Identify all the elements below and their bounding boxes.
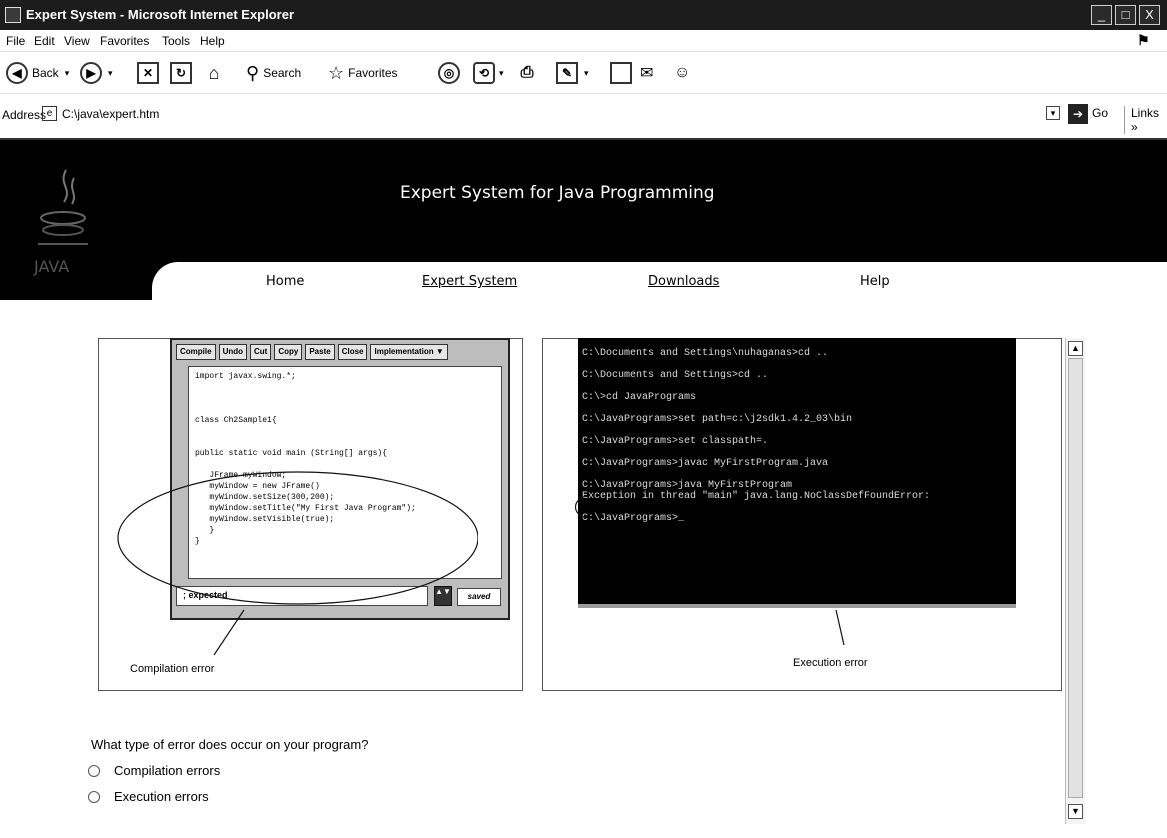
chevron-down-icon: ▾ (108, 67, 113, 78)
favorites-label: Favorites (348, 66, 398, 80)
nav-help[interactable]: Help (860, 274, 890, 289)
forward-button[interactable]: ▶ ▾ (80, 60, 113, 86)
minimize-button[interactable]: _ (1091, 5, 1112, 25)
ide-undo-button: Undo (218, 344, 247, 360)
radio-button[interactable] (88, 790, 100, 803)
address-value: C:\java\expert.htm (62, 107, 160, 121)
messenger-button[interactable]: ✉ (640, 60, 653, 86)
menu-edit[interactable]: Edit (34, 34, 55, 48)
console-line: C:\JavaPrograms>set classpath=. (582, 436, 769, 447)
ie-window-icon (5, 7, 21, 23)
ide-implementation-menu: Implementation ▼ (370, 344, 448, 360)
option-compilation-errors[interactable]: Compilation errors (88, 763, 220, 778)
menu-view[interactable]: View (64, 34, 90, 48)
ide-toolbar: Compile Undo Cut Copy Paste Close Implem… (176, 344, 504, 360)
contacts-button[interactable]: ☺ (674, 60, 690, 86)
ide-compile-button: Compile (176, 344, 216, 360)
nav-home[interactable]: Home (266, 274, 304, 289)
execution-error-caption: Execution error (793, 657, 868, 669)
compilation-error-caption: Compilation error (130, 663, 215, 675)
ide-paste-button: Paste (305, 344, 335, 360)
stop-button[interactable]: ✕ (137, 60, 159, 86)
discuss-button[interactable] (610, 60, 632, 86)
site-title: Expert System for Java Programming (400, 183, 715, 203)
refresh-button[interactable]: ↻ (170, 60, 192, 86)
links-button[interactable]: Links » (1124, 106, 1167, 134)
nav-downloads[interactable]: Downloads (648, 274, 719, 289)
back-label: Back (32, 66, 59, 80)
media-button[interactable]: ◎ (438, 60, 460, 86)
close-button[interactable]: X (1139, 5, 1160, 25)
history-button[interactable]: ⟲ ▾ (473, 60, 504, 86)
scroll-up-icon[interactable]: ▲ (1068, 341, 1083, 356)
svg-text:JAVA: JAVA (33, 257, 69, 276)
scroll-down-icon[interactable]: ▼ (1068, 804, 1083, 819)
home-icon: ⌂ (208, 62, 220, 83)
refresh-icon: ↻ (170, 62, 192, 84)
page-icon (610, 62, 632, 84)
search-label: Search (263, 66, 302, 80)
option-execution-errors[interactable]: Execution errors (88, 789, 209, 804)
console-line: C:\JavaPrograms>javac MyFirstProgram.jav… (582, 458, 829, 469)
search-icon: ⚲ (246, 62, 260, 83)
option-label: Execution errors (114, 789, 209, 804)
star-icon: ☆ (328, 62, 345, 83)
window-title-bar[interactable]: Expert System - Microsoft Internet Explo… (0, 0, 1167, 30)
option-label: Compilation errors (114, 763, 221, 778)
back-button[interactable]: ◀ Back ▾ (6, 60, 69, 86)
print-button[interactable]: ⎙ (516, 60, 538, 86)
ide-close-button: Close (337, 344, 368, 360)
window-title: Expert System - Microsoft Internet Explo… (26, 7, 295, 22)
forward-arrow-icon: ▶ (80, 62, 102, 84)
go-button[interactable]: Go (1092, 106, 1108, 120)
radio-button[interactable] (88, 764, 100, 777)
nav-expert-system[interactable]: Expert System (422, 274, 517, 289)
chevron-down-icon: ▾ (584, 67, 589, 78)
menu-help[interactable]: Help (200, 34, 225, 48)
error-highlight-ellipse (117, 471, 478, 656)
menu-favorites[interactable]: Favorites (100, 34, 149, 48)
history-icon: ⟲ (473, 62, 495, 84)
menu-file[interactable]: File (6, 34, 25, 48)
ide-copy-button: Copy (274, 344, 303, 360)
chevron-down-icon: ▾ (499, 67, 504, 78)
edit-button[interactable]: ✎ ▾ (556, 60, 589, 86)
stop-icon: ✕ (137, 62, 159, 84)
windows-flag-icon: ⚑ (1137, 32, 1150, 48)
page-icon: e (42, 106, 57, 121)
edit-icon: ✎ (556, 62, 578, 84)
question-text: What type of error does occur on your pr… (91, 737, 369, 752)
menu-bar: File Edit View Favorites Tools Help ⚑ (0, 30, 1167, 52)
search-button[interactable]: ⚲ Search (246, 60, 301, 86)
ide-cut-button: Cut (250, 344, 272, 360)
chevron-down-icon: ▾ (64, 67, 70, 78)
console-line: C:\JavaPrograms>set path=c:\j2sdk1.4.2_0… (582, 414, 853, 425)
back-arrow-icon: ◀ (6, 62, 28, 84)
favorites-button[interactable]: ☆ Favorites (328, 60, 398, 86)
maximize-button[interactable]: □ (1115, 5, 1136, 25)
go-arrow-icon[interactable]: ➔ (1068, 104, 1088, 124)
media-icon: ◎ (438, 62, 460, 84)
execution-error-pointer (574, 495, 845, 646)
standard-toolbar: ◀ Back ▾ ▶ ▾ ✕ ↻ ⌂ ⚲ Search ☆ Favorites … (0, 52, 1167, 94)
java-logo-icon: JAVA (33, 169, 88, 276)
site-header: JAVA Expert System for Java Programming … (0, 140, 1167, 300)
site-nav: Home Expert System Downloads Help (152, 262, 1167, 300)
address-dropdown-icon[interactable]: ▾ (1046, 106, 1060, 120)
panel-scrollbar[interactable]: ▲ ▼ (1065, 338, 1085, 824)
console-line: C:\>cd JavaPrograms (582, 392, 697, 403)
address-bar: Address e C:\java\expert.htm ▾ ➔ Go Link… (0, 94, 1167, 140)
menu-tools[interactable]: Tools (162, 34, 190, 48)
address-input[interactable]: e C:\java\expert.htm (40, 104, 810, 124)
scrollbar-thumb[interactable] (1068, 358, 1083, 798)
contacts-icon: ☺ (674, 64, 691, 81)
console-line: C:\Documents and Settings\nuhaganas>cd .… (582, 348, 829, 359)
messenger-icon: ✉ (640, 65, 654, 82)
home-button[interactable]: ⌂ (203, 60, 225, 86)
printer-icon: ⎙ (520, 64, 534, 81)
console-line: C:\Documents and Settings>cd .. (582, 370, 769, 381)
